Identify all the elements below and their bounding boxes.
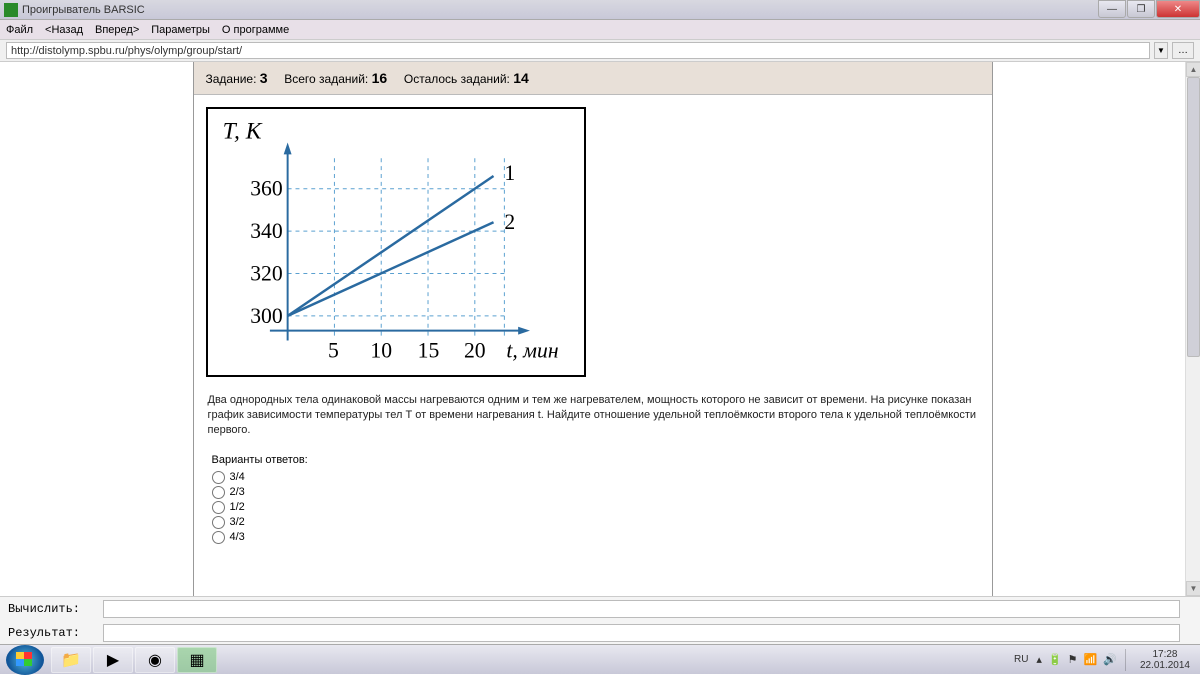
menu-back[interactable]: <Назад <box>45 24 83 36</box>
chart-ytick: 340 <box>250 219 282 243</box>
tray-icons: ▴ 🔋 ⚑ 📶 🔊 <box>1036 653 1117 666</box>
result-label: Результат: <box>8 626 103 640</box>
taskbar-explorer-icon[interactable]: 📁 <box>51 647 91 673</box>
chart-xlabel: t, мин <box>506 338 558 362</box>
taskbar-barsic-icon[interactable]: ▦ <box>177 647 217 673</box>
maximize-button[interactable]: ❐ <box>1127 0 1155 18</box>
chart-series-label: 1 <box>504 161 515 185</box>
chart-xtick: 10 <box>370 338 392 362</box>
scroll-up-icon[interactable]: ▲ <box>1186 62 1200 77</box>
task-remaining: 14 <box>513 70 529 86</box>
tray-network-icon[interactable]: 📶 <box>1084 653 1098 666</box>
answer-option[interactable]: 1/2 <box>212 500 974 515</box>
window-title: Проигрыватель BARSIC <box>22 4 1196 16</box>
minimize-button[interactable]: — <box>1098 0 1126 18</box>
compute-panel: Вычислить: Результат: <box>0 596 1200 644</box>
chart-xtick: 15 <box>417 338 439 362</box>
chart-ytick: 300 <box>250 304 282 328</box>
start-button[interactable] <box>6 645 44 675</box>
chart-xtick: 5 <box>328 338 339 362</box>
answer-label: 2/3 <box>230 486 245 498</box>
url-bar: ▼ … <box>0 40 1200 62</box>
taskbar-media-icon[interactable]: ▶ <box>93 647 133 673</box>
tray-language[interactable]: RU <box>1014 654 1028 665</box>
menu-about[interactable]: О программе <box>222 24 289 36</box>
content-area: Задание: 3 Всего заданий: 16 Осталось за… <box>0 62 1185 596</box>
tray-date: 22.01.2014 <box>1140 660 1190 671</box>
chart-series-label: 2 <box>504 210 515 234</box>
answer-label: 3/4 <box>230 471 245 483</box>
menu-forward[interactable]: Вперед> <box>95 24 139 36</box>
vertical-scrollbar[interactable]: ▲ ▼ <box>1185 62 1200 596</box>
task-current: 3 <box>260 70 268 86</box>
menu-file[interactable]: Файл <box>6 24 33 36</box>
scroll-thumb[interactable] <box>1187 77 1200 357</box>
chart-ylabel: T, К <box>222 119 262 145</box>
close-button[interactable]: ✕ <box>1156 0 1200 18</box>
chart-xtick: 20 <box>463 338 485 362</box>
answer-label: 3/2 <box>230 516 245 528</box>
scroll-down-icon[interactable]: ▼ <box>1186 581 1200 596</box>
compute-label: Вычислить: <box>8 602 103 616</box>
taskbar: 📁 ▶ ◉ ▦ RU ▴ 🔋 ⚑ 📶 🔊 17:28 22.01.2014 <box>0 644 1200 674</box>
url-input[interactable] <box>6 42 1150 59</box>
menubar: Файл <Назад Вперед> Параметры О программ… <box>0 20 1200 40</box>
tray-volume-icon[interactable]: 🔊 <box>1103 653 1117 666</box>
answer-label: 1/2 <box>230 501 245 513</box>
answer-option[interactable]: 2/3 <box>212 485 974 500</box>
tray-separator <box>1125 649 1126 671</box>
tray-clock[interactable]: 17:28 22.01.2014 <box>1134 649 1196 671</box>
window-controls: — ❐ ✕ <box>1097 0 1200 18</box>
answer-radio[interactable] <box>212 531 225 544</box>
result-output <box>103 624 1180 642</box>
task-header: Задание: 3 Всего заданий: 16 Осталось за… <box>194 62 992 95</box>
tray-time: 17:28 <box>1140 649 1190 660</box>
tray-flag-icon[interactable]: ⚑ <box>1068 653 1078 666</box>
app-icon <box>4 3 18 17</box>
answer-radio[interactable] <box>212 516 225 529</box>
url-extra-button[interactable]: … <box>1172 42 1194 59</box>
answers-block: Варианты ответов: 3/4 2/3 1/2 3/2 4/3 <box>194 450 992 549</box>
answers-title: Варианты ответов: <box>212 454 974 466</box>
problem-text: Два однородных тела одинаковой массы наг… <box>194 389 992 450</box>
answer-option[interactable]: 4/3 <box>212 530 974 545</box>
menu-params[interactable]: Параметры <box>151 24 210 36</box>
tray-battery-icon[interactable]: 🔋 <box>1048 653 1062 666</box>
window-titlebar: Проигрыватель BARSIC — ❐ ✕ <box>0 0 1200 20</box>
system-tray: RU ▴ 🔋 ⚑ 📶 🔊 17:28 22.01.2014 <box>1010 649 1200 671</box>
answer-radio[interactable] <box>212 486 225 499</box>
answer-option[interactable]: 3/4 <box>212 470 974 485</box>
answer-radio[interactable] <box>212 471 225 484</box>
answer-label: 4/3 <box>230 531 245 543</box>
tray-show-hidden-icon[interactable]: ▴ <box>1036 653 1042 666</box>
answer-option[interactable]: 3/2 <box>212 515 974 530</box>
task-current-label: Задание: <box>206 72 257 86</box>
url-dropdown-icon[interactable]: ▼ <box>1154 42 1168 59</box>
task-total-label: Всего заданий: <box>284 72 368 86</box>
chart-ytick: 320 <box>250 261 282 285</box>
answer-radio[interactable] <box>212 501 225 514</box>
chart: T, К 360 340 320 300 5 10 15 20 t, мин 1… <box>206 107 586 377</box>
compute-input[interactable] <box>103 600 1180 618</box>
page-frame: Задание: 3 Всего заданий: 16 Осталось за… <box>193 62 993 596</box>
chart-ytick: 360 <box>250 177 282 201</box>
taskbar-chrome-icon[interactable]: ◉ <box>135 647 175 673</box>
task-total: 16 <box>372 70 388 86</box>
task-remaining-label: Осталось заданий: <box>404 72 510 86</box>
